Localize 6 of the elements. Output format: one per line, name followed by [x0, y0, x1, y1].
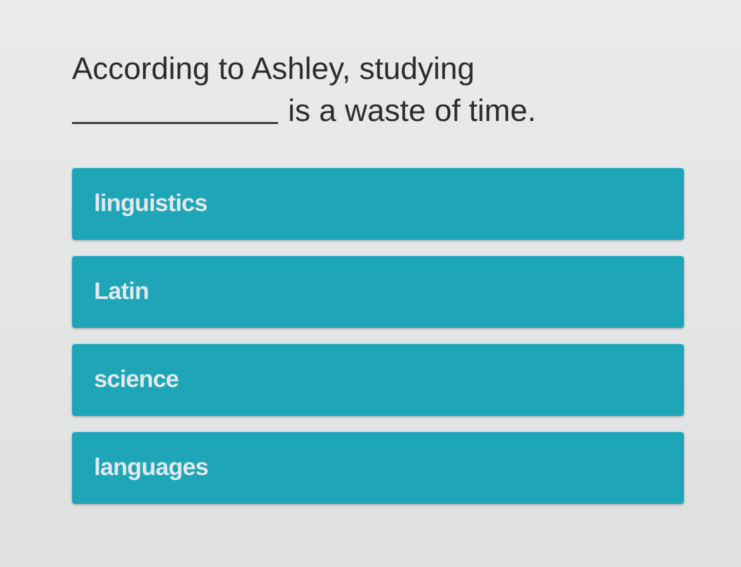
- answer-option-button[interactable]: languages: [72, 432, 684, 504]
- answer-option-button[interactable]: linguistics: [72, 168, 684, 240]
- question-text: is a waste of time.: [288, 92, 536, 130]
- question-text: According to Ashley, studying: [72, 50, 476, 88]
- answer-option-button[interactable]: Latin: [72, 256, 684, 328]
- answer-option-button[interactable]: science: [72, 344, 684, 416]
